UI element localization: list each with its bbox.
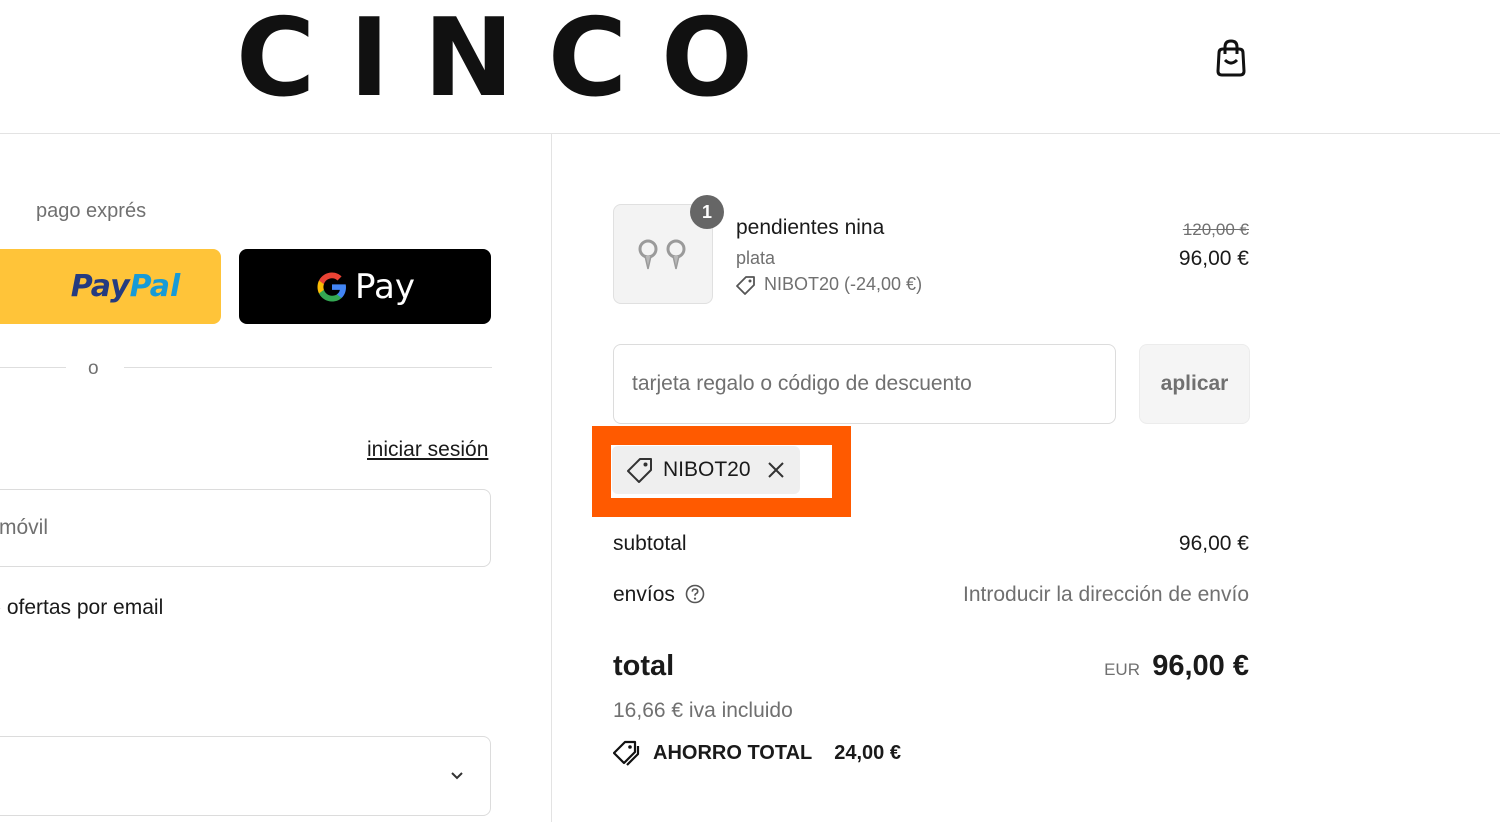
total-savings: AHORRO TOTAL 24,00 €: [613, 740, 901, 766]
shipping-value: Introducir la dirección de envío: [963, 583, 1249, 606]
google-g-icon: [317, 272, 347, 301]
applied-discount-chip: NIBOT20: [612, 446, 800, 494]
subtotal-value: 96,00 €: [1178, 532, 1249, 555]
checkout-form-column: pago exprés Pay Pal Pay o iniciar sesión …: [0, 134, 552, 822]
apply-discount-button[interactable]: aplicar: [1139, 344, 1250, 424]
country-select[interactable]: [0, 736, 491, 816]
subtotal-label: subtotal: [613, 532, 687, 555]
paypal-button[interactable]: Pay Pal: [0, 249, 221, 324]
shipping-label: envíos: [613, 583, 675, 606]
express-checkout-label: pago exprés: [36, 200, 147, 222]
email-offers-checkbox-label[interactable]: › ofertas por email: [0, 596, 163, 620]
tag-icon: [736, 275, 755, 295]
tax-note: 16,66 € iva incluido: [613, 699, 793, 722]
applied-discount-code: NIBOT20: [663, 458, 751, 481]
email-or-phone-placeholder: móvil: [0, 516, 49, 539]
divider-line-right: [124, 367, 492, 368]
login-link[interactable]: iniciar sesión: [367, 438, 488, 462]
order-summary: 1 pendientes nina plata NIBOT20 (-24,00 …: [553, 134, 1500, 822]
total-value: 96,00 €: [1152, 650, 1249, 682]
paypal-logo-text-b: Pal: [129, 269, 181, 304]
tag-icon: [627, 458, 652, 483]
shopping-bag-icon[interactable]: [1212, 38, 1250, 78]
divider-line-left: [0, 367, 66, 368]
discount-code-input[interactable]: [613, 344, 1116, 424]
email-offers-text: ofertas por email: [6, 596, 164, 619]
email-or-phone-input[interactable]: móvil: [0, 489, 491, 567]
total-currency: EUR: [1104, 660, 1140, 679]
help-icon[interactable]: [685, 584, 705, 604]
divider-or-text: o: [88, 358, 99, 379]
product-name: pendientes nina: [736, 216, 885, 239]
quantity-badge: 1: [690, 195, 724, 229]
google-pay-button[interactable]: Pay: [239, 249, 491, 324]
savings-label: AHORRO TOTAL: [653, 741, 813, 764]
total-label: total: [613, 650, 675, 682]
final-price: 96,00 €: [1178, 247, 1249, 270]
remove-discount-close-icon[interactable]: [766, 460, 786, 480]
savings-tag-icon: [613, 740, 640, 766]
earrings-image: [638, 239, 686, 270]
product-discount: NIBOT20 (-24,00 €): [736, 274, 922, 295]
site-header: CINCO: [0, 0, 1500, 134]
product-discount-text: NIBOT20 (-24,00 €): [764, 274, 923, 294]
paypal-logo-text-a: Pay: [70, 269, 130, 304]
savings-value: 24,00 €: [834, 741, 901, 764]
original-price: 120,00 €: [1182, 220, 1249, 239]
product-variant: plata: [736, 248, 776, 268]
chevron-down-icon: [451, 772, 463, 780]
google-pay-label: Pay: [355, 266, 415, 307]
brand-logo[interactable]: CINCO: [236, 4, 787, 114]
